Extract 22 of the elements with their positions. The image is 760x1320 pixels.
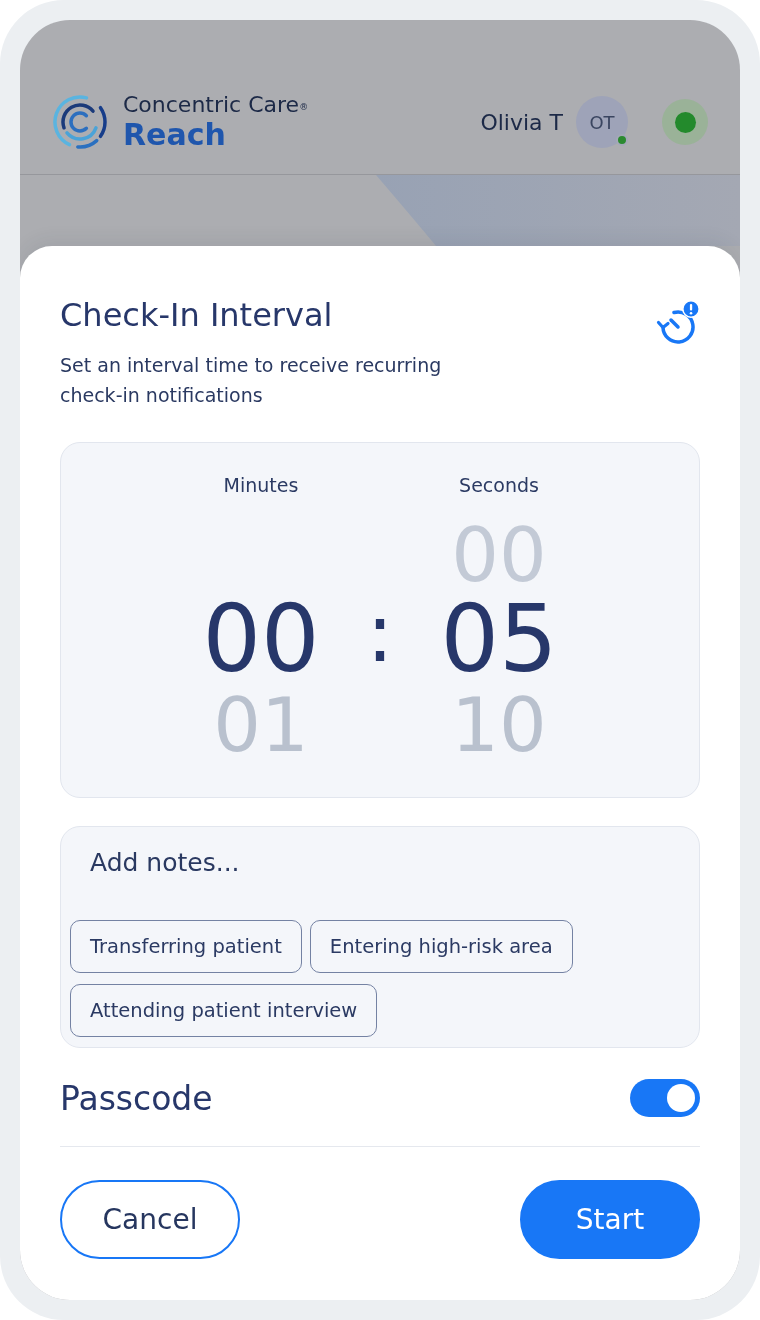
time-separator: :: [366, 594, 394, 674]
notes-input[interactable]: Add notes...: [61, 827, 699, 910]
picker-column-label: Seconds: [459, 473, 539, 498]
timer-alert-icon: [654, 300, 700, 344]
avatar-initials: OT: [589, 111, 615, 133]
notes-card[interactable]: Add notes... Transferring patient Entering high-risk area Attending patient interview: [60, 826, 700, 1048]
picker-value[interactable]: 05: [440, 595, 558, 685]
user-name: Olivia T: [480, 109, 563, 135]
logo-icon: [52, 94, 108, 150]
picker-column-label: Minutes: [223, 473, 299, 498]
passcode-label: Passcode: [60, 1078, 213, 1118]
note-suggestion-chip[interactable]: Transferring patient: [70, 920, 302, 973]
sheet-description: Set an interval time to receive recurring check-in notifications: [60, 353, 443, 408]
picker-value[interactable]: 00: [202, 595, 320, 685]
cancel-button[interactable]: Cancel: [60, 1180, 240, 1259]
start-button[interactable]: Start: [520, 1180, 700, 1259]
note-suggestion-chip[interactable]: Entering high-risk area: [309, 920, 573, 973]
sheet-title: Check-In Interval: [60, 296, 333, 334]
product-name: Reach: [123, 118, 227, 152]
passcode-toggle[interactable]: [630, 1079, 700, 1117]
note-suggestion-chip[interactable]: Attending patient interview: [70, 984, 378, 1037]
user-avatar[interactable]: OT: [576, 96, 628, 148]
